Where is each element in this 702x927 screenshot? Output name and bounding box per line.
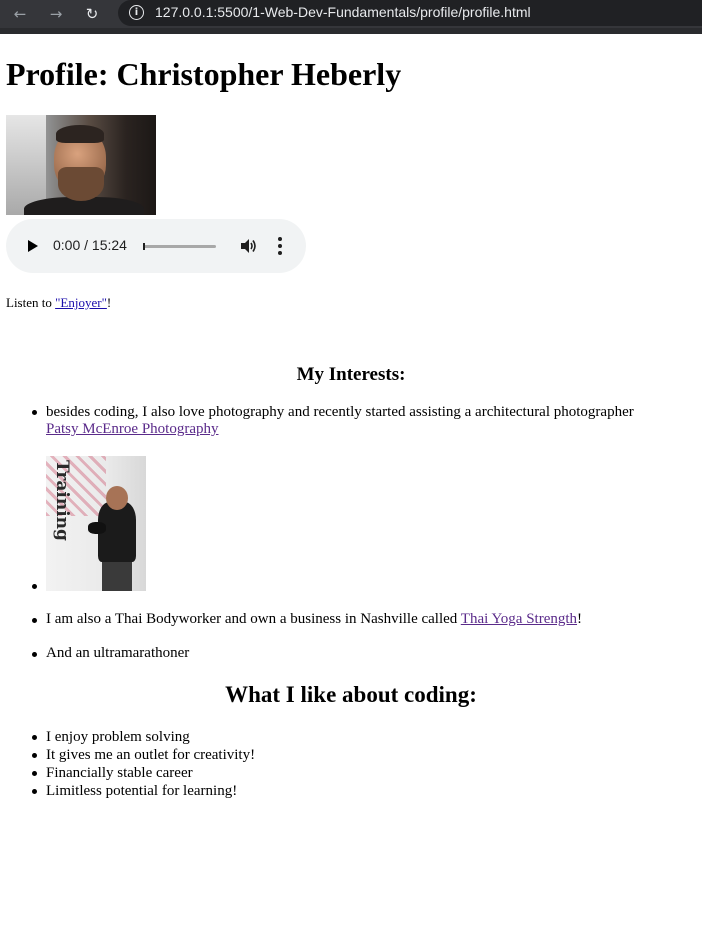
forward-button[interactable]: →	[45, 3, 67, 25]
audio-progress-thumb[interactable]	[143, 243, 145, 250]
thai-yoga-strength-link[interactable]: Thai Yoga Strength	[461, 611, 577, 627]
list-bullet	[32, 410, 37, 415]
coding-item: I enjoy problem solving	[46, 729, 190, 745]
page-title: Profile: Christopher Heberly	[6, 56, 402, 92]
list-bullet	[32, 618, 37, 623]
interest-item-bodywork: I am also a Thai Bodyworker and own a bu…	[46, 611, 583, 627]
audio-progress-slider[interactable]	[143, 245, 216, 248]
reload-button[interactable]: ↻	[81, 3, 103, 25]
list-bullet	[32, 735, 37, 740]
arrow-left-icon: ←	[13, 5, 27, 23]
list-bullet	[32, 652, 37, 657]
patsy-mcenroe-link[interactable]: Patsy McEnroe Photography	[46, 421, 634, 438]
enjoyer-link[interactable]: "Enjoyer"	[55, 295, 107, 310]
list-bullet	[32, 771, 37, 776]
more-options-icon[interactable]	[278, 237, 282, 255]
audio-player: 0:00 / 15:24	[6, 219, 306, 273]
arrow-right-icon: →	[49, 5, 63, 23]
training-photo: Training	[46, 456, 146, 591]
list-bullet	[32, 753, 37, 758]
play-icon[interactable]	[28, 240, 38, 252]
interests-heading: My Interests:	[296, 364, 406, 385]
interest-item-photography: besides coding, I also love photography …	[46, 404, 634, 438]
coding-heading: What I like about coding:	[225, 682, 477, 707]
address-bar[interactable]: i 127.0.0.1:5500/1-Web-Dev-Fundamentals/…	[118, 0, 702, 26]
listen-text: Listen to "Enjoyer"!	[6, 295, 112, 310]
audio-time: 0:00 / 15:24	[53, 237, 127, 253]
info-icon[interactable]: i	[129, 5, 144, 20]
list-bullet	[32, 789, 37, 794]
coding-item: Limitless potential for learning!	[46, 783, 238, 799]
reload-icon: ↻	[85, 5, 99, 23]
volume-icon[interactable]	[239, 237, 257, 255]
coding-item: It gives me an outlet for creativity!	[46, 747, 256, 763]
coding-item: Financially stable career	[46, 765, 193, 781]
profile-photo	[6, 115, 156, 215]
toolbar-divider	[0, 28, 702, 34]
back-button[interactable]: ←	[9, 3, 31, 25]
list-bullet	[32, 584, 37, 589]
interest-item-ultramarathon: And an ultramarathoner	[46, 645, 190, 661]
url-text[interactable]: 127.0.0.1:5500/1-Web-Dev-Fundamentals/pr…	[155, 4, 531, 20]
browser-toolbar: ← → ↻ i 127.0.0.1:5500/1-Web-Dev-Fundame…	[0, 0, 702, 28]
